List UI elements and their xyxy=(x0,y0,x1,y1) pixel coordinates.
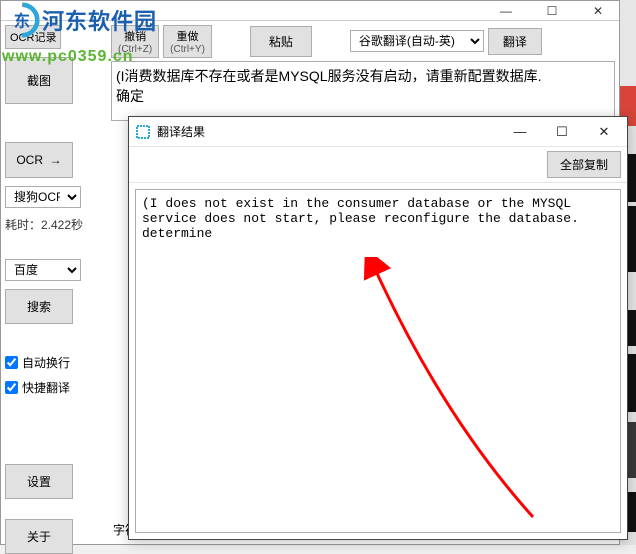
search-engine-select[interactable]: 百度 xyxy=(5,259,81,281)
copy-all-button[interactable]: 全部复制 xyxy=(547,151,621,178)
popup-body xyxy=(129,183,627,539)
about-button[interactable]: 关于 xyxy=(5,519,73,554)
undo-button[interactable]: 撤销 (Ctrl+Z) xyxy=(111,25,159,58)
popup-title-text: 翻译结果 xyxy=(157,123,205,140)
ocr-history-button[interactable]: OCR记录 xyxy=(5,25,61,49)
close-button[interactable]: ✕ xyxy=(581,2,615,20)
popup-close-button[interactable]: ✕ xyxy=(587,120,621,144)
popup-toolbar: 全部复制 xyxy=(129,147,627,183)
translation-result-window: 翻译结果 — ☐ ✕ 全部复制 xyxy=(128,116,628,540)
translate-engine-select[interactable]: 谷歌翻译(自动-英) xyxy=(350,30,484,52)
search-button[interactable]: 搜索 xyxy=(5,289,73,324)
quick-translate-label: 快捷翻译 xyxy=(22,379,70,396)
popup-maximize-button[interactable]: ☐ xyxy=(545,120,579,144)
ocr-timing: 耗时：2.422秒 xyxy=(5,216,103,233)
auto-wrap-label: 自动换行 xyxy=(22,354,70,371)
left-sidebar: OCR记录 截图 OCR → 搜狗OCR 耗时：2.422秒 百度 搜索 xyxy=(1,21,107,544)
ocr-run-button[interactable]: OCR → xyxy=(5,142,73,178)
redo-shortcut: (Ctrl+Y) xyxy=(170,44,205,55)
source-text-area[interactable] xyxy=(111,61,615,121)
settings-button[interactable]: 设置 xyxy=(5,464,73,499)
quick-translate-input[interactable] xyxy=(5,381,18,394)
translation-output[interactable] xyxy=(135,189,621,533)
quick-translate-checkbox[interactable]: 快捷翻译 xyxy=(5,379,103,396)
minimize-button[interactable]: — xyxy=(489,2,523,20)
popup-app-icon xyxy=(135,124,151,140)
undo-label: 撤销 xyxy=(124,28,146,44)
auto-wrap-input[interactable] xyxy=(5,356,18,369)
screenshot-button[interactable]: 截图 xyxy=(5,57,73,104)
paste-button[interactable]: 粘贴 xyxy=(250,26,312,57)
arrow-right-icon: → xyxy=(50,153,62,167)
top-toolbar: 撤销 (Ctrl+Z) 重做 (Ctrl+Y) 粘贴 谷歌翻译(自动-英) 翻译 xyxy=(111,25,615,57)
ocr-label: OCR xyxy=(16,153,43,167)
undo-shortcut: (Ctrl+Z) xyxy=(118,44,152,55)
popup-titlebar[interactable]: 翻译结果 — ☐ ✕ xyxy=(129,117,627,147)
redo-button[interactable]: 重做 (Ctrl+Y) xyxy=(163,25,212,58)
redo-label: 重做 xyxy=(177,28,199,44)
popup-minimize-button[interactable]: — xyxy=(503,120,537,144)
titlebar: — ☐ ✕ xyxy=(1,1,619,21)
translate-button[interactable]: 翻译 xyxy=(488,28,542,55)
auto-wrap-checkbox[interactable]: 自动换行 xyxy=(5,354,103,371)
ocr-engine-select[interactable]: 搜狗OCR xyxy=(5,186,81,208)
maximize-button[interactable]: ☐ xyxy=(535,2,569,20)
